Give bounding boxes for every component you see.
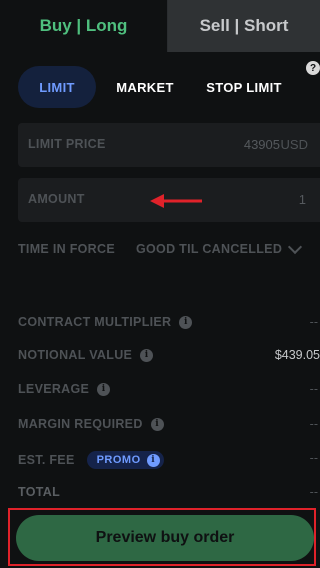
order-type-market[interactable]: MARKET xyxy=(106,66,184,108)
limit-price-value[interactable]: 43905 xyxy=(244,137,280,152)
est-fee-value: -- xyxy=(309,451,318,465)
leverage-row: LEVERAGE i -- xyxy=(18,380,320,400)
order-type-stop-limit[interactable]: STOP LIMIT xyxy=(196,66,292,108)
info-icon[interactable]: i xyxy=(140,348,154,362)
promo-label: PROMO xyxy=(96,454,141,466)
margin-required-value: -- xyxy=(309,417,318,431)
tab-sell-short[interactable]: Sell | Short xyxy=(168,0,320,52)
contract-multiplier-label: CONTRACT MULTIPLIER xyxy=(18,315,172,329)
info-icon[interactable]: i xyxy=(97,382,111,396)
time-in-force-value: GOOD TIL CANCELLED xyxy=(136,242,283,256)
notional-value-label: NOTIONAL VALUE xyxy=(18,348,133,362)
limit-price-label: LIMIT PRICE xyxy=(28,137,106,151)
order-type-selector: LIMIT MARKET STOP LIMIT xyxy=(0,66,320,108)
time-in-force-label: TIME IN FORCE xyxy=(18,242,115,256)
order-type-limit[interactable]: LIMIT xyxy=(18,66,96,108)
leverage-value: -- xyxy=(309,382,318,396)
red-arrow-annotation-icon xyxy=(150,194,202,208)
contract-multiplier-value: -- xyxy=(309,315,318,329)
tab-buy-long[interactable]: Buy | Long xyxy=(0,0,168,52)
preview-buy-order-button[interactable]: Preview buy order xyxy=(16,515,314,561)
margin-required-row: MARGIN REQUIRED i -- xyxy=(18,415,320,435)
promo-badge[interactable]: PROMO i xyxy=(86,451,164,469)
time-in-force-select[interactable]: GOOD TIL CANCELLED xyxy=(136,239,303,256)
leverage-label: LEVERAGE xyxy=(18,382,90,396)
info-icon[interactable]: i xyxy=(150,417,164,431)
est-fee-label: EST. FEE xyxy=(18,453,75,467)
amount-value[interactable]: 1 xyxy=(299,192,306,207)
limit-price-unit: USD xyxy=(280,137,308,152)
total-row: TOTAL -- xyxy=(18,483,320,503)
chevron-down-icon xyxy=(288,239,303,254)
info-icon[interactable]: i xyxy=(179,315,193,329)
notional-value-value: $439.05 xyxy=(274,348,320,362)
info-icon[interactable]: i xyxy=(146,453,160,467)
amount-label: AMOUNT xyxy=(28,192,85,206)
total-value: -- xyxy=(309,485,318,499)
limit-price-field[interactable]: LIMIT PRICE 43905 USD xyxy=(18,123,320,167)
margin-required-label: MARGIN REQUIRED xyxy=(18,417,143,431)
side-tabs: Buy | Long Sell | Short xyxy=(0,0,320,52)
help-icon[interactable]: ? xyxy=(306,61,320,75)
est-fee-row: EST. FEE PROMO i -- xyxy=(18,449,320,469)
contract-multiplier-row: CONTRACT MULTIPLIER i -- xyxy=(18,313,320,333)
notional-value-row: NOTIONAL VALUE i $439.05 xyxy=(18,346,320,366)
total-label: TOTAL xyxy=(18,485,61,499)
